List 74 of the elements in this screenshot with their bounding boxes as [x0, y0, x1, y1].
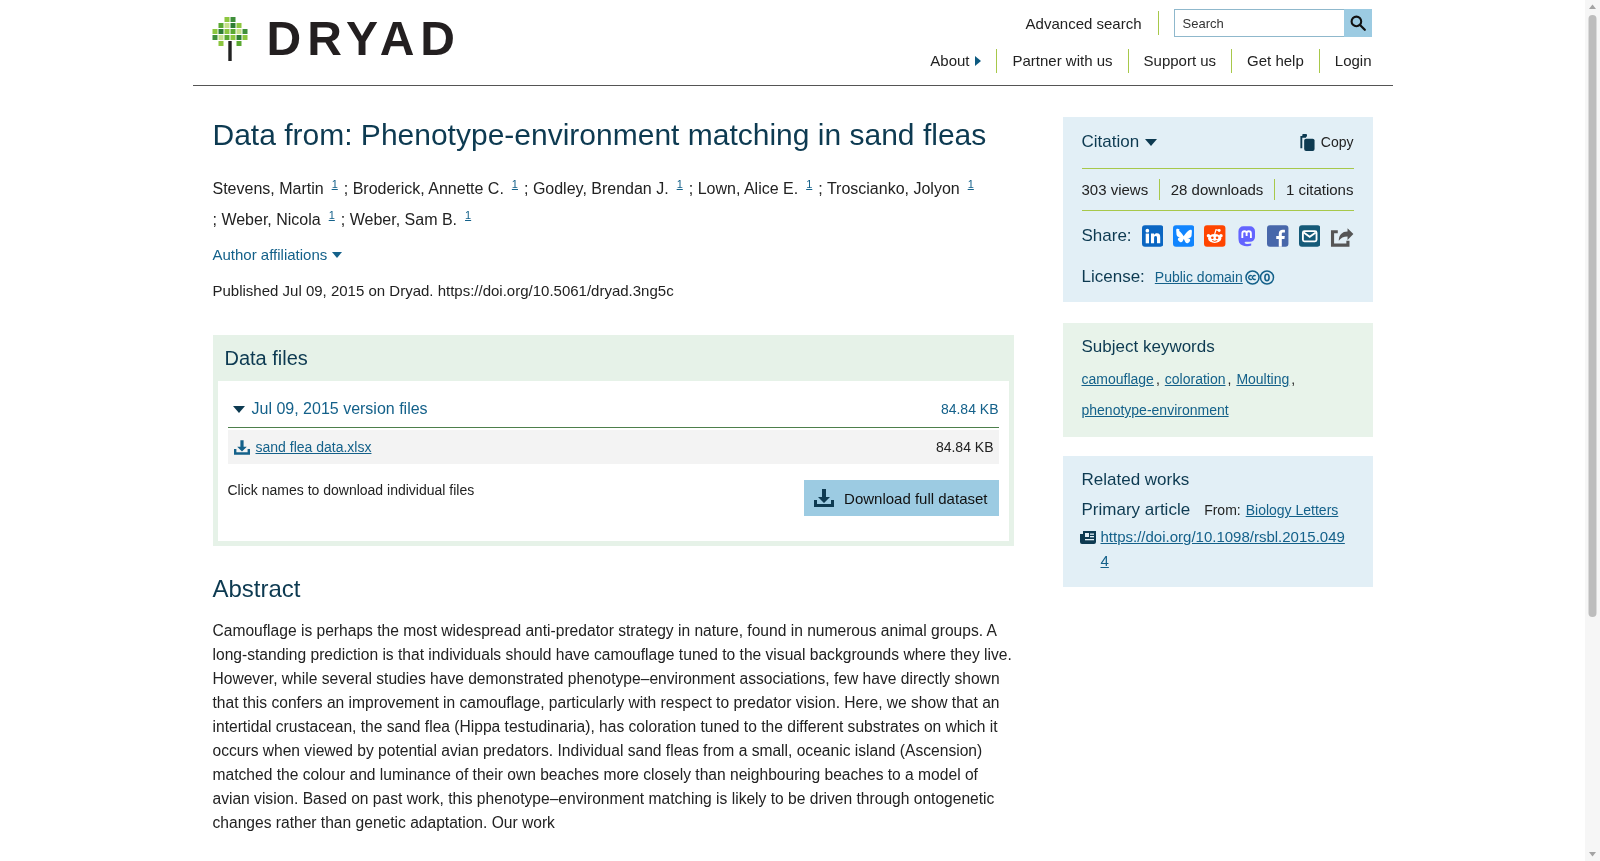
- version-toggle[interactable]: Jul 09, 2015 version files: [227, 400, 428, 418]
- affiliation-link[interactable]: 1: [511, 178, 518, 190]
- citation-toggle[interactable]: Citation: [1081, 130, 1158, 154]
- related-type: Primary article: [1081, 499, 1191, 521]
- from-label: From:: [1204, 501, 1241, 520]
- search-button[interactable]: [1343, 9, 1372, 37]
- affiliation-link[interactable]: 1: [465, 209, 472, 221]
- caret-right-icon: [975, 56, 982, 66]
- affiliation-link[interactable]: 1: [331, 178, 338, 190]
- copy-button[interactable]: Copy: [1298, 133, 1354, 151]
- file-link[interactable]: sand flea data.xlsx: [255, 439, 372, 455]
- keyword-link[interactable]: phenotype-environment: [1081, 402, 1229, 418]
- author-name: ; Weber, Sam B.: [340, 211, 458, 228]
- keyword-separator: ,: [1227, 371, 1232, 387]
- metric-text: 28 downloads: [1170, 180, 1264, 200]
- nav-link[interactable]: Partner with us: [997, 49, 1128, 73]
- file-size: 84.84 KB: [935, 439, 994, 455]
- search-field[interactable]: Search: [1173, 9, 1344, 37]
- nav-link[interactable]: Login: [1319, 49, 1372, 73]
- author-name: ; Godley, Brendan J.: [524, 180, 669, 197]
- facebook-icon[interactable]: [1267, 225, 1289, 247]
- download-hint: Click names to download individual files: [227, 481, 475, 500]
- author-name: ; Lown, Alice E.: [688, 180, 799, 197]
- author-name: ; Troscianko, Jolyon: [818, 180, 960, 197]
- metric-text: 1 citations: [1285, 180, 1354, 200]
- publication-info: Published Jul 09, 2015 on Dryad. https://doi.org/10.5061/dryad.3ng5c: [212, 281, 675, 301]
- reddit-icon[interactable]: [1204, 225, 1226, 247]
- keywords-heading: Subject keywords: [1081, 336, 1216, 358]
- scrollbar[interactable]: [1585, 0, 1600, 861]
- metric-text: 303 views: [1081, 180, 1149, 200]
- logo-wordmark[interactable]: DRYAD: [266, 17, 461, 61]
- advanced-search-link[interactable]: Advanced search: [1025, 14, 1142, 32]
- copy-icon: [1298, 133, 1315, 151]
- doi-link[interactable]: https://doi.org/10.1098/rsbl.2015.0494: [1100, 525, 1348, 573]
- share-label: Share:: [1081, 226, 1132, 246]
- mastodon-icon[interactable]: [1235, 225, 1258, 247]
- affiliation-link[interactable]: 1: [967, 178, 974, 190]
- related-works-heading: Related works: [1081, 469, 1191, 491]
- affiliation-link[interactable]: 1: [328, 209, 335, 221]
- search-icon: [1349, 15, 1366, 31]
- caret-down-icon: [232, 405, 245, 413]
- tree-logo-icon[interactable]: [211, 17, 248, 61]
- affiliation-link[interactable]: 1: [806, 178, 813, 190]
- keyword-separator: ,: [1291, 371, 1296, 387]
- caret-down-icon: [332, 252, 343, 258]
- author-name: Stevens, Martin: [212, 180, 324, 197]
- download-dataset-button[interactable]: Download full dataset: [804, 480, 999, 516]
- affiliation-link[interactable]: 1: [676, 178, 683, 190]
- keyword-link[interactable]: Moulting: [1236, 371, 1290, 387]
- author-name: ; Broderick, Annette C.: [343, 180, 504, 197]
- abstract-text: Camouflage is perhaps the most widespread anti-predator strategy in nature, found in numerous animal groups. A long-standing prediction is that individuals should have camouflage tuned to the visual backgrounds where they live. However, while several studies have demonstrated phenotype–environment associations, few have directly shown that this confers an improvement in camouflage, particularly with respect to predator vision. Here, we show that an intertidal crustacean, the sand flea (Hippa testudinaria), has coloration tuned to the different substrates on which it occurs when viewed by potential avian predators. Individual sand fleas from a small, oceanic island (Ascension) matched the colour and luminance of their own beaches more closely than neighbouring beaches to a model of avian vision. Based on past work, this phenotype–environment matching is likely to be driven through ontogenetic changes rather than genetic adaptation. Our work: [212, 621, 1013, 833]
- license-link[interactable]: Public domain: [1154, 269, 1243, 285]
- author-name: ; Weber, Nicola: [212, 211, 321, 228]
- keyword-link[interactable]: coloration: [1164, 371, 1226, 387]
- license-label: License:: [1081, 267, 1145, 287]
- keyword-separator: ,: [1155, 371, 1160, 387]
- download-icon: [233, 439, 250, 455]
- nav-link[interactable]: Support us: [1128, 49, 1232, 73]
- newspaper-icon: [1079, 530, 1096, 544]
- keyword-link[interactable]: camouflage: [1081, 371, 1154, 387]
- dataset-title: Data from: Phenotype-environment matching in sand fleas: [212, 117, 988, 153]
- journal-link[interactable]: Biology Letters: [1245, 498, 1339, 522]
- linkedin-icon[interactable]: [1141, 225, 1163, 247]
- caret-down-icon: [1145, 138, 1158, 146]
- nav-link[interactable]: About: [930, 49, 997, 73]
- download-icon: [814, 489, 835, 507]
- cc-zero-icon: [1244, 269, 1275, 285]
- version-size: 84.84 KB: [940, 401, 999, 417]
- envelope-icon[interactable]: [1298, 225, 1321, 247]
- data-files-heading: Data files: [223, 346, 309, 371]
- abstract-heading: Abstract: [212, 574, 302, 604]
- butterfly-icon[interactable]: [1173, 225, 1195, 247]
- author-affiliations-toggle[interactable]: Author affiliations: [212, 244, 343, 266]
- nav-link[interactable]: Get help: [1232, 49, 1319, 73]
